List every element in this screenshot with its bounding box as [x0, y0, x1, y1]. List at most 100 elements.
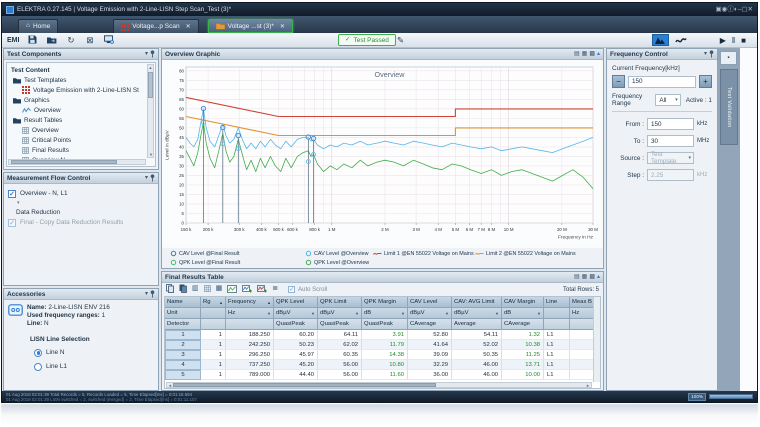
table-cell[interactable]: 41.64 — [408, 340, 452, 350]
pause-button[interactable]: ‖ — [732, 36, 735, 45]
test-passed-button[interactable]: ✓ Test Passed — [338, 34, 396, 46]
radio-line-n[interactable]: Line N — [34, 348, 154, 357]
table-cell[interactable]: 3 — [165, 350, 201, 360]
table-cell[interactable]: 60.20 — [274, 330, 318, 340]
current-frequency-input[interactable] — [628, 76, 696, 88]
pin-icon[interactable] — [150, 50, 155, 58]
table-cell[interactable]: 188.250 — [226, 330, 274, 340]
tree-vertical-scrollbar[interactable]: ▲▼ — [147, 64, 154, 158]
table-cell[interactable]: 10.00 — [502, 370, 544, 380]
table-cell[interactable]: 1 — [201, 350, 226, 360]
pin-icon[interactable] — [150, 174, 155, 182]
checkbox-checked-icon[interactable]: ✓ — [8, 190, 16, 198]
table-vertical-scrollbar[interactable] — [593, 297, 600, 382]
table-cell[interactable]: 3.91 — [362, 330, 408, 340]
copy-button[interactable] — [166, 284, 174, 293]
layout-float-icon[interactable]: ▩ — [589, 274, 595, 280]
column-header[interactable]: Line — [544, 297, 570, 308]
table-cell[interactable]: 296.250 — [226, 350, 274, 360]
unit-header[interactable]: dBµV▼ — [408, 308, 452, 319]
table-cell[interactable]: 45.20 — [274, 360, 318, 370]
tree-item[interactable]: Overview — [11, 105, 146, 115]
table-cell[interactable]: 1 — [165, 330, 201, 340]
table-cell[interactable]: 11.60 — [362, 370, 408, 380]
table-cell[interactable]: 1 — [201, 370, 226, 380]
clear-button[interactable]: ⊠ — [83, 34, 96, 46]
close-icon[interactable]: ✕ — [748, 6, 753, 13]
frequency-decrement-button[interactable]: − — [612, 75, 625, 88]
column-header[interactable]: Rg▲ — [201, 297, 226, 308]
tree-horizontal-scrollbar[interactable] — [8, 159, 146, 165]
collapse-icon[interactable]: ▴ — [597, 274, 600, 280]
table-cell[interactable]: 64.11 — [318, 330, 362, 340]
test-validation-tab[interactable]: Test Validation — [720, 69, 738, 145]
table-cell[interactable]: 1 — [201, 340, 226, 350]
table-cell[interactable]: 13.71 — [502, 360, 544, 370]
copy-all-button[interactable] — [179, 284, 187, 293]
chart-add-button[interactable] — [242, 285, 252, 293]
table-cell[interactable]: L1 — [544, 350, 570, 360]
tree-item[interactable]: Result Tables — [11, 115, 146, 125]
table-cell[interactable]: L1 — [544, 330, 570, 340]
tree-item[interactable]: Critical Points — [11, 135, 146, 145]
table-horizontal-scrollbar[interactable]: ◄► — [166, 382, 592, 388]
layout-grid-icon[interactable]: ▦ — [582, 274, 588, 280]
tree-item[interactable]: Voltage Emission with 2-Line-LISN St — [11, 85, 146, 95]
column-header[interactable]: Name — [165, 297, 201, 308]
table-button[interactable] — [204, 285, 211, 292]
table-cell[interactable]: 1 — [201, 330, 226, 340]
chevron-down-icon[interactable]: ▾ — [145, 291, 148, 297]
flow-step-overview[interactable]: ✓ Overview - N, L1 — [8, 188, 154, 199]
wave-measurement-button[interactable] — [673, 34, 690, 46]
save-button[interactable] — [26, 34, 39, 46]
unit-header[interactable]: Hz▼ — [226, 308, 274, 319]
close-icon[interactable]: ✕ — [280, 23, 285, 30]
table-cell[interactable]: 4 — [165, 360, 201, 370]
screen-add-button[interactable] — [102, 34, 115, 46]
table-cell[interactable]: 1 — [201, 360, 226, 370]
table-cell[interactable]: 10.80 — [362, 360, 408, 370]
table-cell[interactable]: 56.00 — [318, 370, 362, 380]
chevron-down-icon[interactable]: ▾ — [704, 51, 707, 57]
unit-header[interactable]: dBµV▼ — [318, 308, 362, 319]
peak-measurement-button[interactable] — [652, 34, 669, 46]
legend-item[interactable]: Limit 1 @EN 55022 Voltage on Mains — [373, 250, 474, 257]
table-cell[interactable]: 46.00 — [452, 370, 502, 380]
unit-header[interactable]: dB▼ — [362, 308, 408, 319]
stop-button[interactable]: ■ — [741, 36, 746, 45]
tree-item[interactable]: Final Results — [11, 145, 146, 155]
column-header[interactable]: QPK Limit — [318, 297, 362, 308]
table-cell[interactable]: 737.250 — [226, 360, 274, 370]
table-cell[interactable]: 5 — [165, 370, 201, 380]
table-cell[interactable]: 11.25 — [502, 350, 544, 360]
table-cell[interactable]: 62.02 — [318, 340, 362, 350]
table-cell[interactable]: 1.32 — [502, 330, 544, 340]
table-cell[interactable]: 242.250 — [226, 340, 274, 350]
table-cell[interactable]: L1 — [544, 360, 570, 370]
table-cell[interactable]: L1 — [544, 340, 570, 350]
column-header[interactable]: Frequency▲ — [226, 297, 274, 308]
frequency-increment-button[interactable]: + — [699, 75, 712, 88]
to-frequency-input[interactable] — [647, 135, 694, 147]
overview-chart[interactable]: 05101520253035404550556065707580150 k200… — [162, 60, 603, 248]
column-header[interactable]: CAV: AVG Limit — [452, 297, 502, 308]
table-cell[interactable]: 2 — [165, 340, 201, 350]
layout-float-icon[interactable]: ▩ — [589, 51, 595, 57]
chevron-down-icon[interactable]: ▾ — [145, 51, 148, 57]
table-cell[interactable]: 46.00 — [452, 360, 502, 370]
layout-single-icon[interactable]: ▤ — [574, 51, 580, 57]
radio-line-l1[interactable]: Line L1 — [34, 362, 154, 371]
unit-header[interactable]: dBµV▼ — [274, 308, 318, 319]
tab-voltage-p-scan[interactable]: Voltage...p Scan✕ — [113, 19, 198, 33]
table-cell[interactable]: 45.97 — [274, 350, 318, 360]
frequency-range-select[interactable]: All ▾ — [655, 94, 680, 106]
table-cell[interactable]: 50.35 — [452, 350, 502, 360]
legend-item[interactable]: QPK Level @Overview — [305, 259, 369, 266]
column-header[interactable]: QPK Level — [274, 297, 318, 308]
from-frequency-input[interactable] — [647, 118, 694, 130]
unit-header[interactable]: dB▼ — [502, 308, 544, 319]
auto-scroll-checkbox[interactable]: ✓ Auto Scroll — [288, 286, 327, 293]
tab-voltage-st-3-[interactable]: Voltage ...st (3)*✕ — [208, 19, 293, 33]
table-cell[interactable]: 52.02 — [452, 340, 502, 350]
layout-grid-icon[interactable]: ▦ — [582, 51, 588, 57]
